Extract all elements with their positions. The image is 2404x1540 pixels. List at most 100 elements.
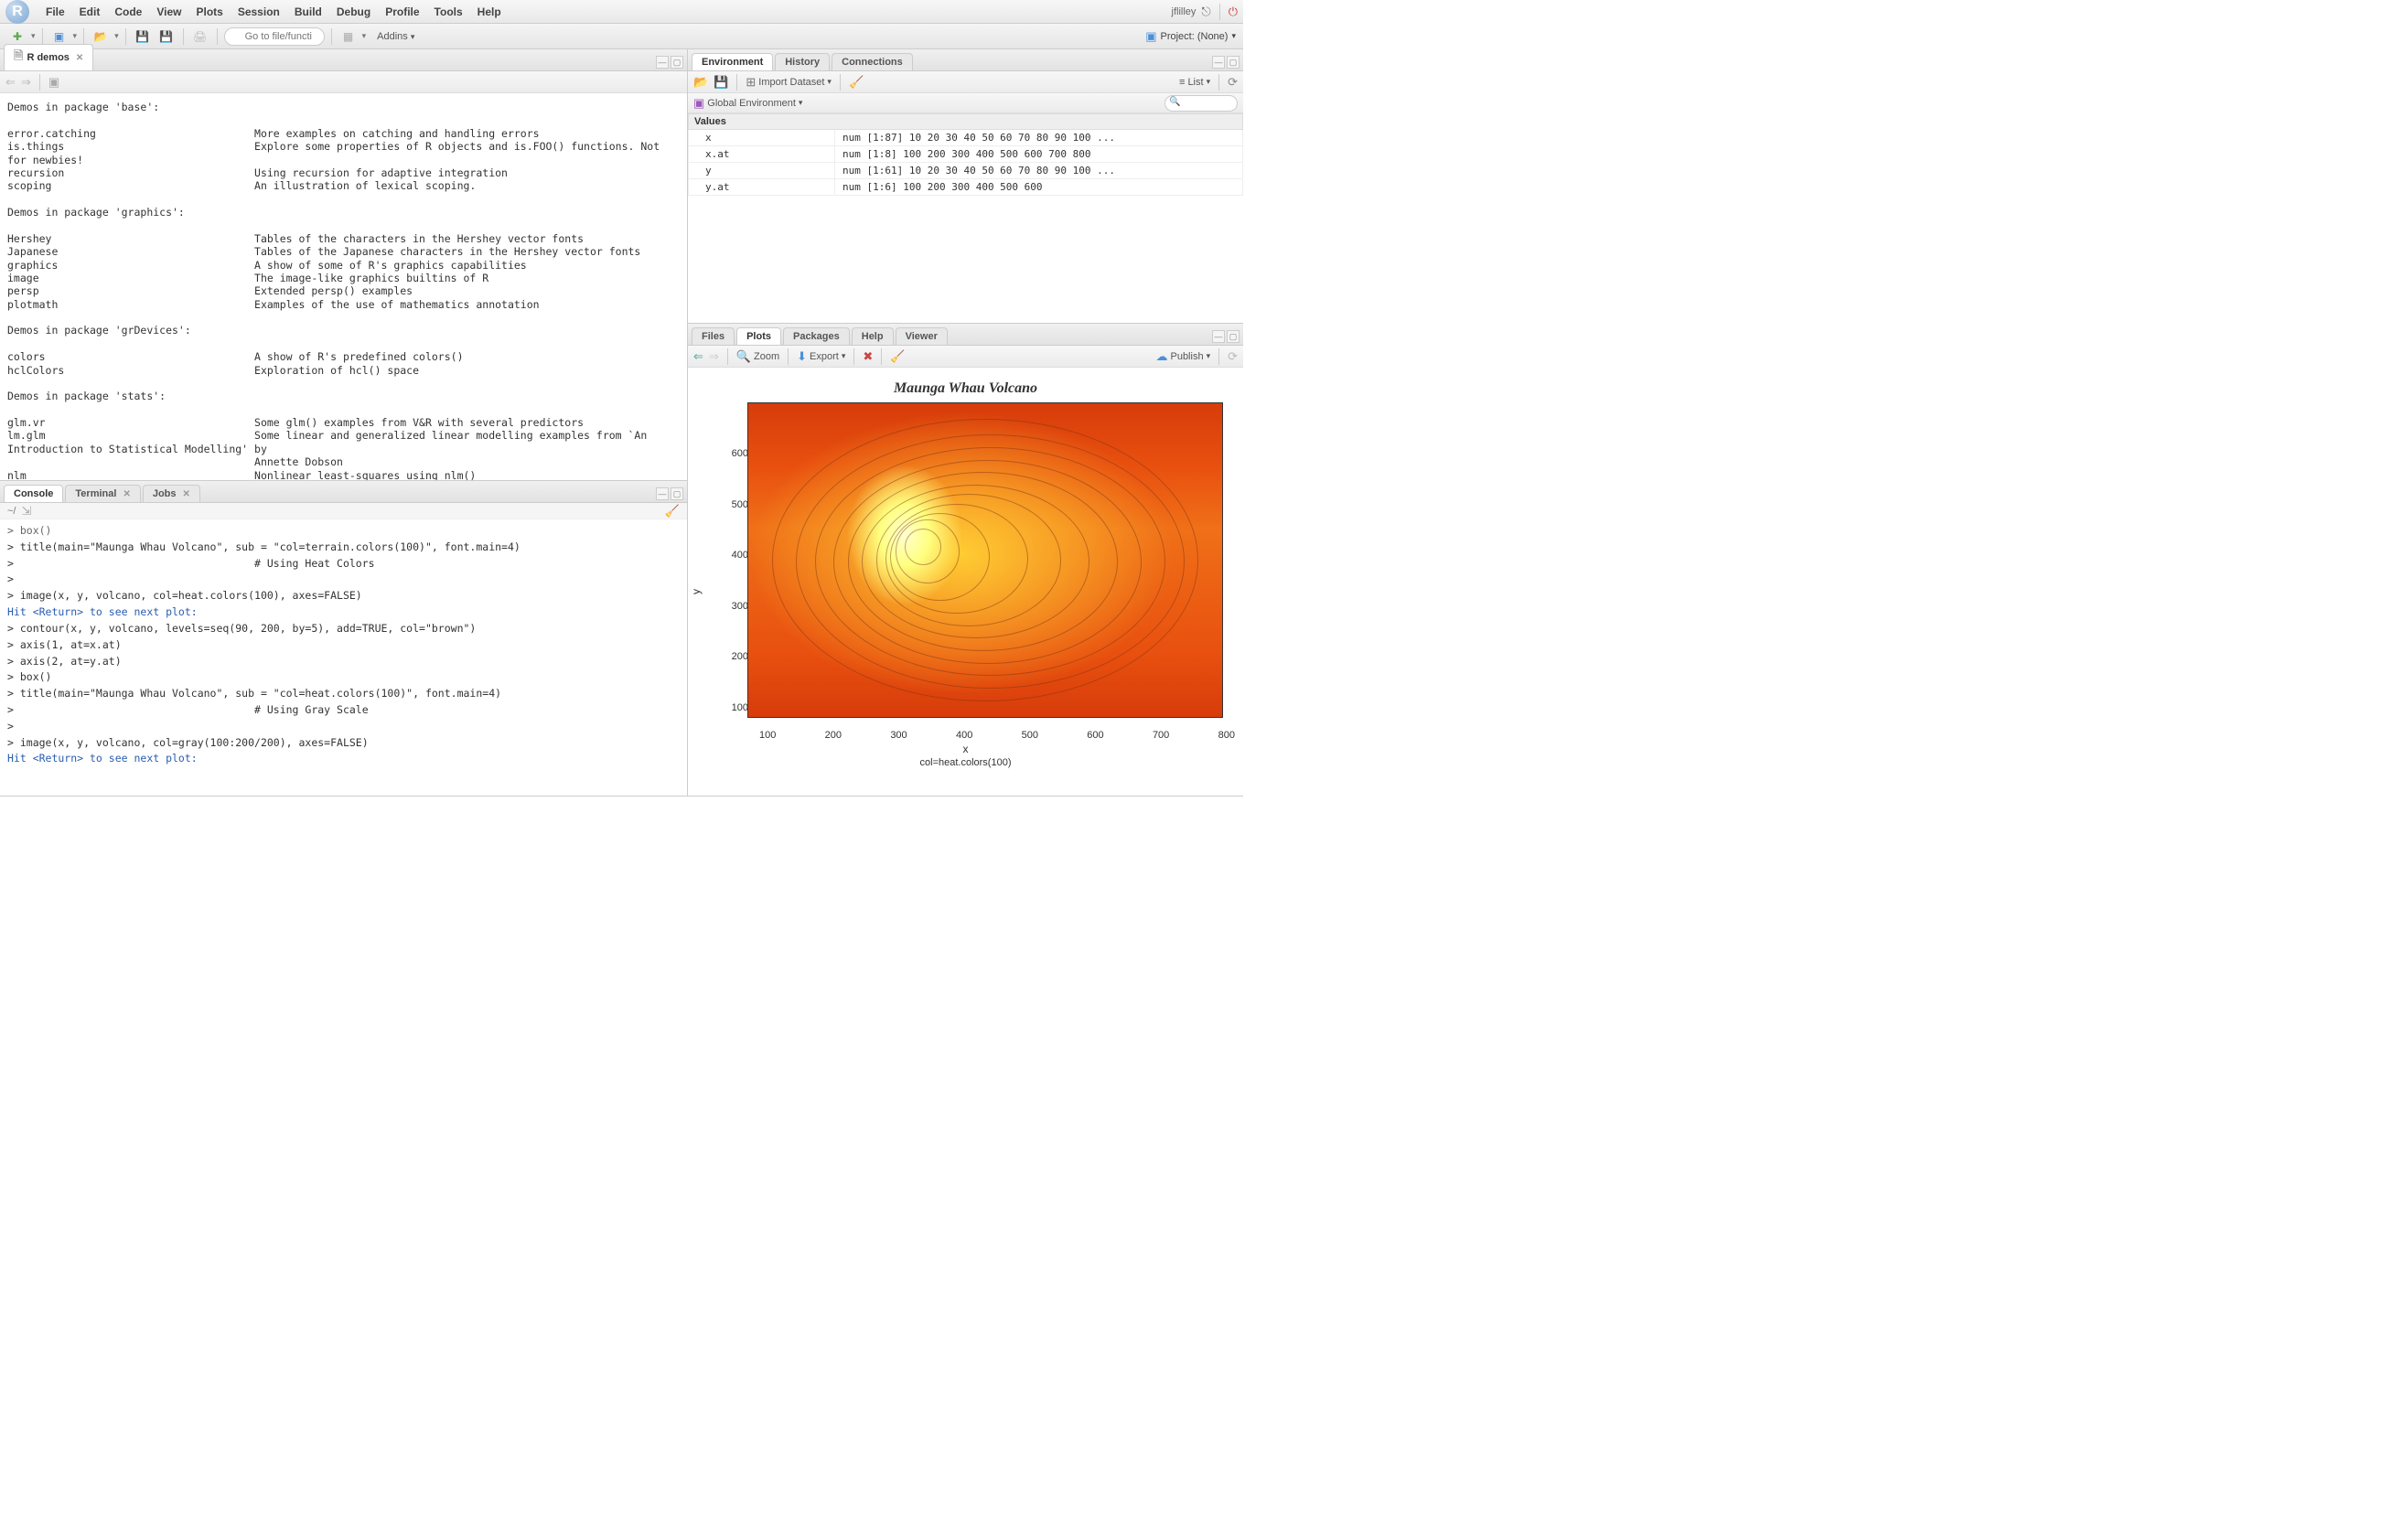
console-line: Hit <Return> to see next plot: (0, 751, 687, 767)
maximize-icon[interactable]: ▢ (671, 487, 683, 500)
console-tab-bar: Console Terminal✕ Jobs✕ — ▢ (0, 481, 687, 503)
tab-files[interactable]: Files (692, 327, 735, 345)
grid-icon[interactable]: ▦ (338, 27, 359, 46)
clear-plots-icon[interactable]: 🧹 (890, 349, 905, 364)
console-line: > box() (0, 523, 687, 540)
console-line: > # Using Heat Colors (0, 556, 687, 572)
console-line: > image(x, y, volcano, col=gray(100:200/… (0, 735, 687, 752)
publish-menu[interactable]: ☁ Publish ▾ (1155, 349, 1210, 364)
x-tick: 600 (1087, 730, 1103, 741)
next-plot-icon[interactable]: ⇒ (709, 349, 719, 364)
save-all-icon[interactable]: 💾 (156, 27, 177, 46)
menu-build[interactable]: Build (287, 5, 329, 18)
console-line: > axis(2, at=y.at) (0, 654, 687, 670)
minimize-icon[interactable]: — (656, 56, 669, 69)
menu-plots[interactable]: Plots (188, 5, 230, 18)
minimize-icon[interactable]: — (1212, 56, 1225, 69)
menu-tools[interactable]: Tools (427, 5, 470, 18)
menu-code[interactable]: Code (107, 5, 149, 18)
load-workspace-icon[interactable]: 📂 (693, 75, 708, 90)
remove-plot-icon[interactable]: ✖ (863, 349, 873, 364)
goto-file-input[interactable] (224, 27, 325, 46)
source-tab-bar: 🗎 R demos ✕ — ▢ (0, 49, 687, 71)
plot-canvas: Maunga Whau Volcano y 100200300400500600 (688, 368, 1243, 796)
print-icon[interactable]: 🖨 (190, 27, 210, 46)
save-icon[interactable]: 💾 (133, 27, 153, 46)
env-row[interactable]: xnum [1:87] 10 20 30 40 50 60 70 80 90 1… (689, 130, 1243, 146)
minimize-icon[interactable]: — (656, 487, 669, 500)
clear-env-icon[interactable]: 🧹 (849, 75, 864, 90)
main-toolbar: ✚ ▾ ▣ ▾ 📂 ▾ 💾 💾 🖨 ↪ ▦ ▾ Addins ▾ ▣ Proje… (0, 24, 1243, 49)
env-section-header: Values (689, 114, 1243, 130)
addins-menu[interactable]: Addins ▾ (370, 29, 422, 44)
console-output[interactable]: > box()> title(main="Maunga Whau Volcano… (0, 519, 687, 796)
refresh-icon[interactable]: ⟳ (1228, 75, 1238, 90)
console-line: > (0, 572, 687, 588)
menu-file[interactable]: File (38, 5, 72, 18)
console-cwd: ~/ (7, 506, 16, 517)
back-icon[interactable]: ⇐ (5, 75, 16, 90)
close-icon[interactable]: ✕ (183, 489, 190, 499)
logout-icon[interactable]: ⎋ (1201, 5, 1210, 19)
heatmap-image (747, 402, 1223, 718)
tab-viewer[interactable]: Viewer (896, 327, 948, 345)
document-icon: 🗎 (14, 48, 23, 68)
x-tick: 500 (1022, 730, 1038, 741)
close-icon[interactable]: ✕ (123, 489, 130, 499)
plot-sublabel: col=heat.colors(100) (920, 757, 1012, 768)
env-row[interactable]: ynum [1:61] 10 20 30 40 50 60 70 80 90 1… (689, 163, 1243, 179)
source-text: Demos in package 'base': error.catching … (0, 93, 687, 480)
close-icon[interactable]: ✕ (76, 53, 83, 63)
console-line: > box() (0, 669, 687, 686)
menu-edit[interactable]: Edit (72, 5, 108, 18)
console-line: Hit <Return> to see next plot: (0, 604, 687, 621)
window-icon[interactable]: ▣ (48, 75, 59, 90)
clear-console-icon[interactable]: 🧹 (665, 504, 680, 519)
zoom-button[interactable]: 🔍 Zoom (736, 349, 779, 364)
x-tick: 700 (1153, 730, 1169, 741)
tab-terminal[interactable]: Terminal✕ (65, 485, 140, 502)
x-tick: 800 (1218, 730, 1235, 741)
minimize-icon[interactable]: — (1212, 330, 1225, 343)
open-file-icon[interactable]: 📂 (91, 27, 111, 46)
tab-help[interactable]: Help (852, 327, 894, 345)
menu-debug[interactable]: Debug (329, 5, 378, 18)
menu-view[interactable]: View (149, 5, 188, 18)
new-project-icon[interactable]: ▣ (49, 27, 70, 46)
tab-r-demos[interactable]: 🗎 R demos ✕ (4, 44, 93, 70)
menu-session[interactable]: Session (231, 5, 287, 18)
source-toolbar: ⇐ ⇒ ▣ (0, 71, 687, 93)
project-icon: ▣ (1145, 29, 1156, 44)
tab-plots[interactable]: Plots (736, 327, 781, 345)
forward-icon[interactable]: ⇒ (21, 75, 31, 90)
tab-environment[interactable]: Environment (692, 53, 773, 70)
env-row[interactable]: y.atnum [1:6] 100 200 300 400 500 600 (689, 179, 1243, 196)
maximize-icon[interactable]: ▢ (671, 56, 683, 69)
env-scope-menu[interactable]: ▣ Global Environment ▾ (693, 96, 802, 111)
env-row[interactable]: x.atnum [1:8] 100 200 300 400 500 600 70… (689, 146, 1243, 163)
tab-connections[interactable]: Connections (832, 53, 913, 70)
env-tab-bar: Environment History Connections — ▢ (688, 49, 1243, 71)
import-dataset-menu[interactable]: ⊞ Import Dataset ▾ (746, 75, 832, 90)
menu-help[interactable]: Help (470, 5, 509, 18)
export-icon: ⬇ (797, 349, 807, 364)
console-line: > image(x, y, volcano, col=heat.colors(1… (0, 588, 687, 604)
maximize-icon[interactable]: ▢ (1227, 56, 1240, 69)
refresh-plot-icon[interactable]: ⟳ (1228, 349, 1238, 364)
maximize-icon[interactable]: ▢ (1227, 330, 1240, 343)
menu-profile[interactable]: Profile (378, 5, 426, 18)
export-menu[interactable]: ⬇ Export ▾ (797, 349, 845, 364)
tab-packages[interactable]: Packages (783, 327, 850, 345)
tab-console[interactable]: Console (4, 485, 63, 502)
console-line: > contour(x, y, volcano, levels=seq(90, … (0, 621, 687, 637)
power-icon[interactable]: ⏻ (1229, 5, 1238, 19)
tab-history[interactable]: History (775, 53, 830, 70)
project-selector[interactable]: ▣ Project: (None) ▾ (1145, 29, 1236, 44)
new-file-icon[interactable]: ✚ (7, 27, 27, 46)
save-workspace-icon[interactable]: 💾 (714, 75, 728, 90)
view-mode-menu[interactable]: ≡ List ▾ (1179, 77, 1210, 88)
popout-icon[interactable]: ⇲ (21, 504, 31, 519)
x-tick: 300 (890, 730, 907, 741)
tab-jobs[interactable]: Jobs✕ (143, 485, 200, 502)
prev-plot-icon[interactable]: ⇐ (693, 349, 703, 364)
